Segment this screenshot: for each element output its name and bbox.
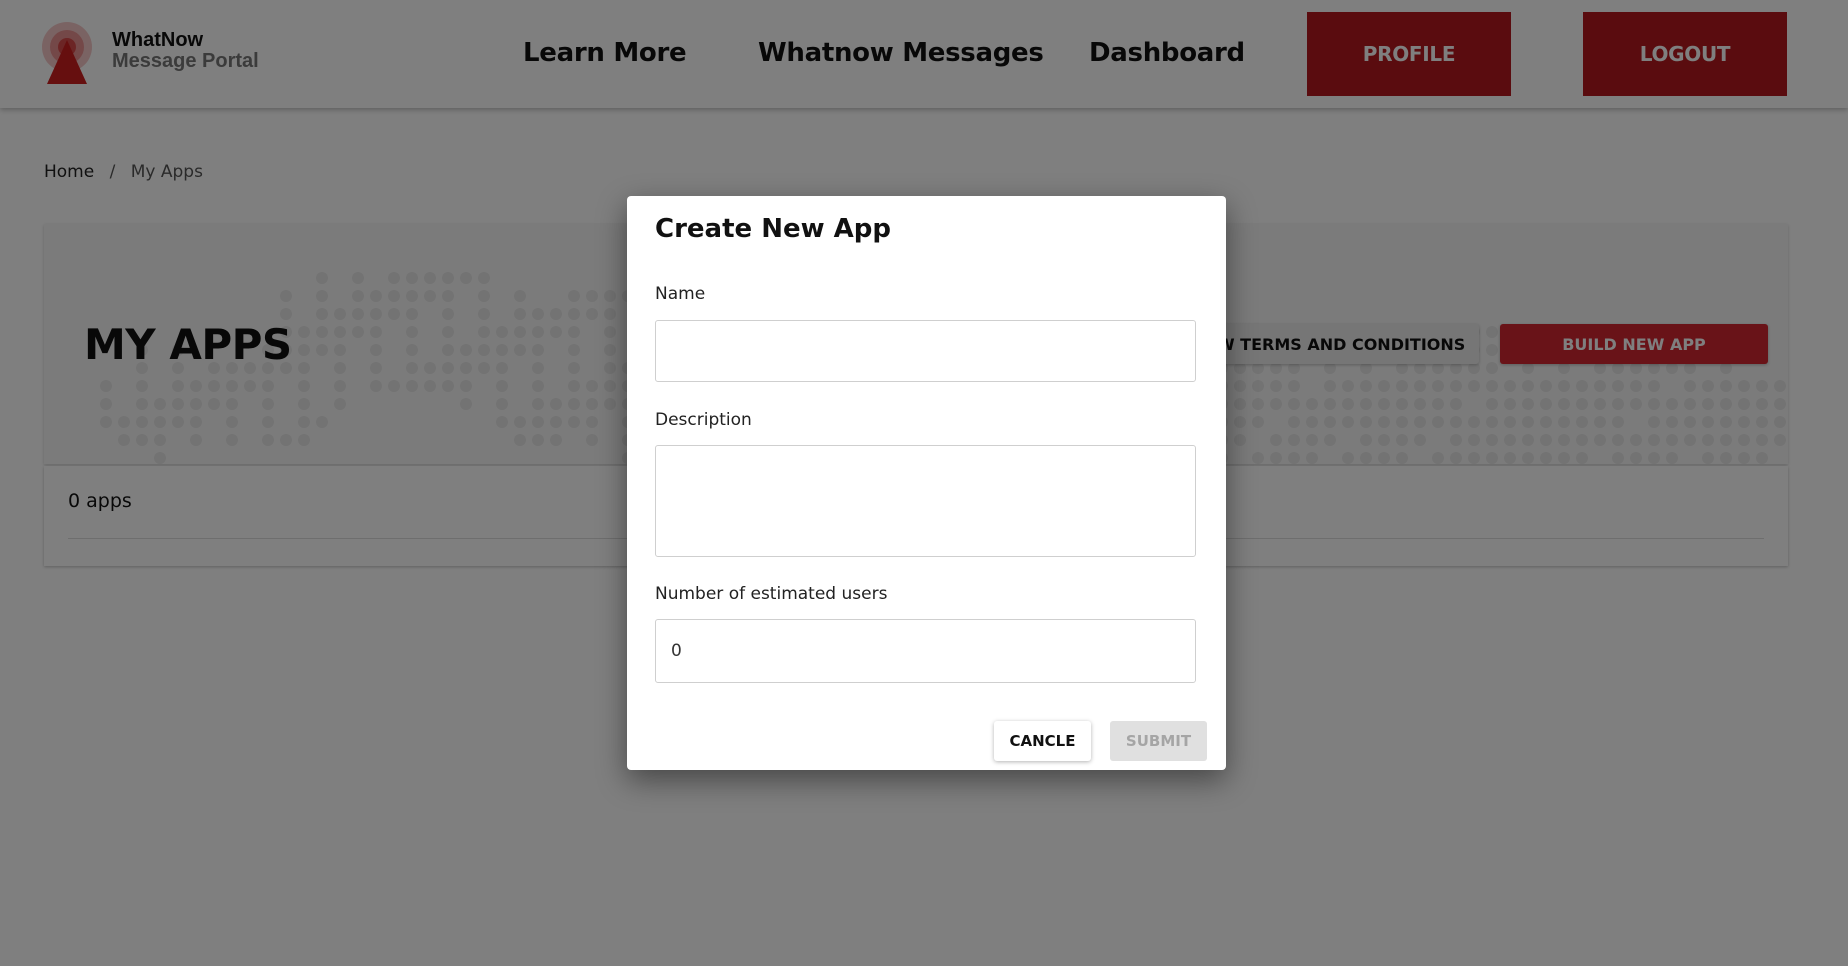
estimated-users-input[interactable]	[655, 619, 1196, 683]
cancel-button[interactable]: CANCLE	[994, 721, 1091, 761]
description-textarea[interactable]	[655, 445, 1196, 557]
dialog-title: Create New App	[655, 214, 892, 244]
submit-button[interactable]: SUBMIT	[1110, 721, 1207, 761]
name-input[interactable]	[655, 320, 1196, 382]
create-app-dialog: Create New App Name Description Number o…	[627, 196, 1226, 770]
name-label: Name	[655, 284, 706, 304]
estimated-users-label: Number of estimated users	[655, 584, 888, 604]
description-label: Description	[655, 410, 752, 430]
